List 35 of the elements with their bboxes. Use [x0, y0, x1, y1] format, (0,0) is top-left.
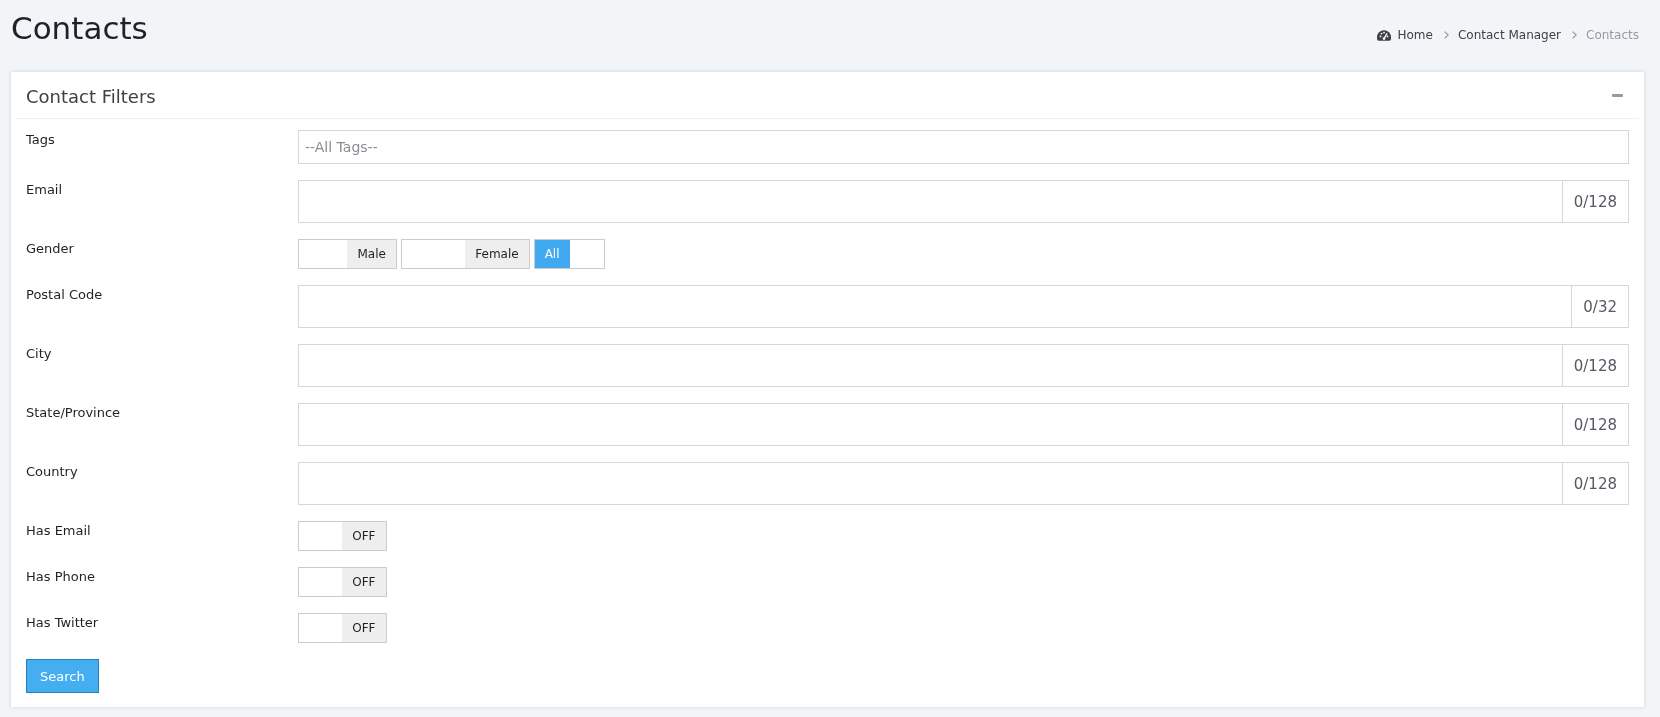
field-label: Has Twitter — [26, 614, 99, 632]
chevron-icon — [1572, 31, 1578, 39]
character-counter: 0/32 — [1572, 285, 1629, 328]
toggle-switch[interactable]: OFF — [298, 521, 387, 551]
field-label: State/Province — [26, 404, 121, 422]
text-field[interactable] — [298, 403, 1563, 446]
character-counter: 0/128 — [1562, 462, 1629, 505]
toggle-switch[interactable]: OFF — [298, 613, 387, 643]
character-counter: 0/128 — [1562, 403, 1629, 446]
field-label: Has Email — [26, 522, 91, 540]
text-field[interactable] — [298, 462, 1563, 505]
toggle-switch[interactable]: OFF — [298, 567, 387, 597]
field-label: City — [26, 345, 52, 363]
tags-field[interactable]: --All Tags-- — [298, 130, 1629, 164]
chevron-icon — [1443, 31, 1449, 39]
breadcrumb-current: Contacts — [1586, 28, 1639, 42]
breadcrumb-link[interactable]: Contact Manager — [1457, 28, 1562, 42]
field-label: Has Phone — [26, 568, 95, 586]
text-field[interactable] — [298, 285, 1573, 328]
field-label: Gender — [26, 240, 74, 258]
field-label: Tags — [26, 131, 55, 149]
minus-icon[interactable] — [1612, 93, 1623, 97]
gender-switch[interactable]: Female — [400, 239, 530, 269]
page-title: Contacts — [11, 10, 148, 48]
character-counter: 0/128 — [1562, 344, 1629, 387]
field-label: Country — [26, 463, 78, 481]
character-counter: 0/128 — [1562, 180, 1629, 223]
field-label: Email — [26, 181, 63, 199]
card-title: Contact Filters — [26, 84, 156, 107]
field-label: Postal Code — [26, 286, 103, 304]
text-field[interactable] — [298, 344, 1563, 387]
text-field[interactable] — [298, 180, 1563, 223]
breadcrumb-link[interactable]: Home — [1397, 28, 1433, 42]
gender-switch[interactable]: Male — [298, 239, 397, 269]
gauge-icon — [1376, 29, 1391, 41]
